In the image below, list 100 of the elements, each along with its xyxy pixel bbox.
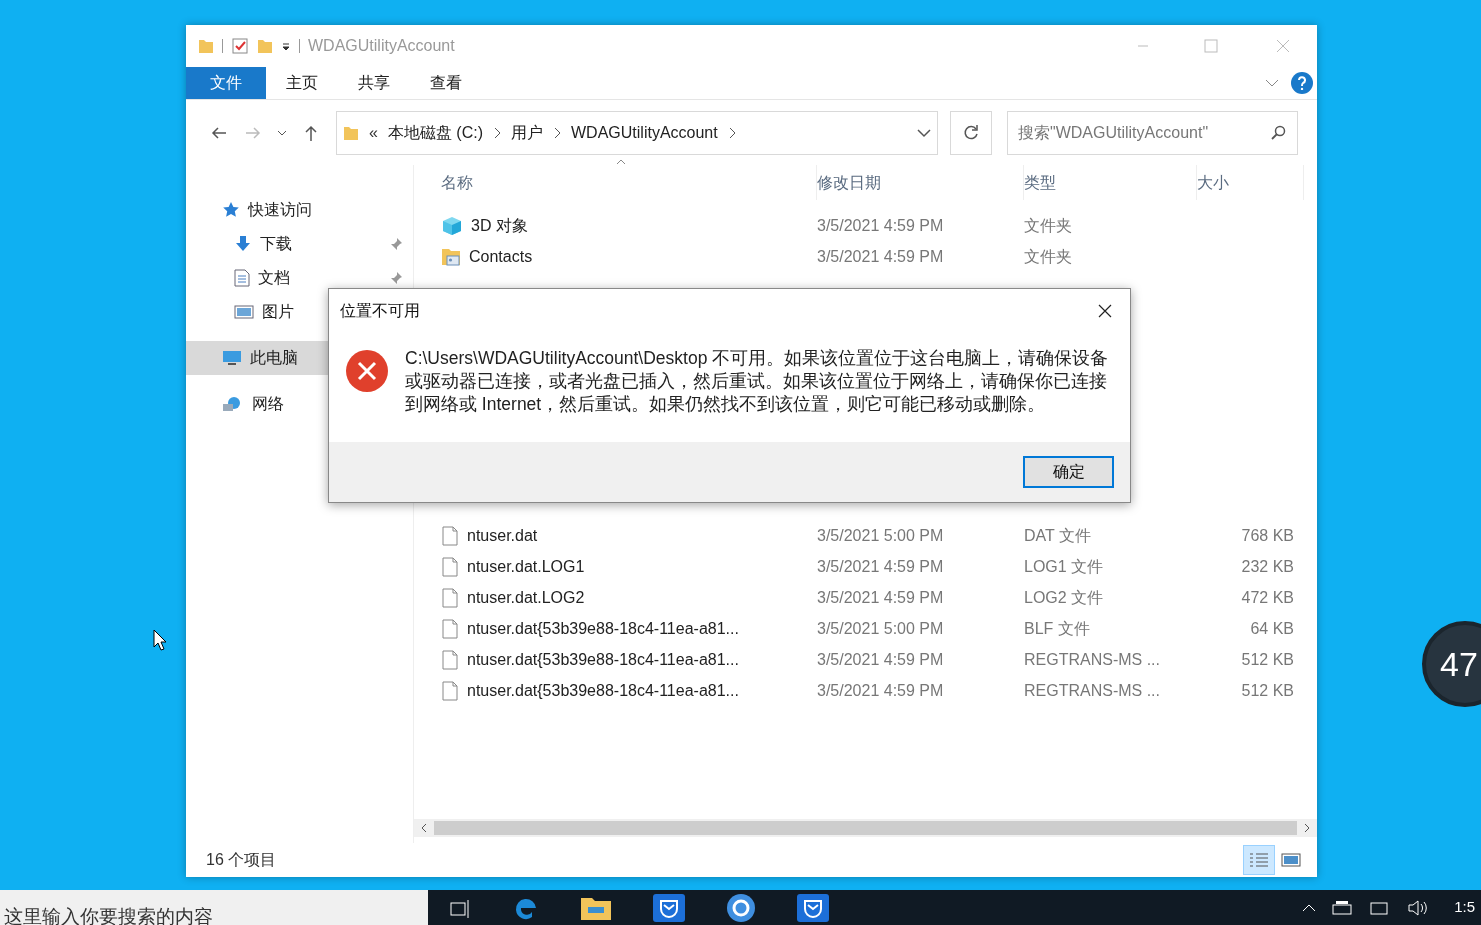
nav-item[interactable]: 下载 [186,227,413,261]
details-view-icon [1249,852,1269,868]
file-type: BLF 文件 [1024,618,1091,639]
file-icon [441,556,459,577]
expand-ribbon-icon [1265,78,1279,88]
column-header[interactable]: 修改日期 [817,165,1024,200]
file-type: LOG1 文件 [1024,556,1105,577]
file-size: 64 KB [1249,618,1295,639]
file-size: 512 KB [1240,649,1295,670]
chevron-down-icon [917,127,931,138]
star-icon [222,201,240,219]
file-icon [441,618,459,639]
modified-date: 3/5/2021 4:59 PM [817,215,945,236]
file-name: ntuser.dat.LOG2 [467,587,585,608]
file-icon [441,649,459,670]
file-size: 512 KB [1240,680,1295,701]
view-button[interactable] [1243,845,1275,875]
sort-caret-icon [616,159,626,165]
large-icons-view-icon [1281,852,1301,868]
ok-button[interactable]: 确定 [1023,456,1114,488]
modified-date: 3/5/2021 4:59 PM [817,556,945,577]
file-size: 768 KB [1240,525,1295,546]
ribbon-tab[interactable]: 共享 [338,67,410,99]
error-icon [345,349,389,393]
overflow-chevron[interactable]: « [369,120,378,145]
download-icon [234,235,252,253]
item-count: 16 个项目 [206,850,278,870]
modified-date: 3/5/2021 4:59 PM [817,587,945,608]
maximize-icon [1204,39,1218,53]
chevron-right-icon [553,126,561,139]
help-button[interactable] [1291,72,1313,94]
folder-icon [198,38,214,54]
file-type: LOG2 文件 [1024,587,1105,608]
column-header[interactable]: 类型 [1024,165,1197,200]
column-header[interactable]: 大小 [1197,165,1304,200]
chevron-right-icon [493,126,501,139]
modified-date: 3/5/2021 4:59 PM [817,680,945,701]
file-size: 472 KB [1240,587,1295,608]
file-icon [441,680,459,701]
question-mark-icon [1297,76,1307,90]
file-menu-tab[interactable]: 文件 [186,67,266,99]
search-field[interactable]: 搜索"WDAGUtilityAccount" [1007,110,1298,155]
mouse-cursor-icon [153,629,167,651]
column-header[interactable]: 名称 [441,165,817,200]
ribbon-tab[interactable]: 查看 [410,67,482,99]
chevron-up-icon [1302,902,1317,913]
clock: 1:5 [1454,897,1475,918]
file-name: 3D 对象 [471,215,528,236]
file-size: 232 KB [1240,556,1295,577]
computer-icon [222,350,242,366]
close-icon [1098,304,1112,318]
dialog-title: 位置不可用 [340,301,421,321]
file-type: 文件夹 [1024,246,1073,267]
close-icon [1276,39,1290,53]
folder-icon [257,38,273,54]
file-type: DAT 文件 [1024,525,1092,546]
breadcrumb[interactable]: 本地磁盘 (C:) [387,120,483,145]
breadcrumb[interactable]: WDAGUtilityAccount [571,120,718,145]
file-name: ntuser.dat{53b39e88-18c4-11ea-a81... [467,618,739,639]
shield-icon [652,892,686,923]
scroll-right-icon [1304,823,1310,833]
scroll-left-icon [421,823,427,833]
pin-icon [389,237,403,251]
horizontal-scrollbar[interactable] [414,819,1317,837]
folder-icon [343,124,359,141]
file-type: REGTRANS-MS ... [1024,649,1161,670]
shield-icon [796,892,830,923]
ribbon-tab[interactable]: 主页 [266,67,338,99]
file-name: ntuser.dat{53b39e88-18c4-11ea-a81... [467,680,739,701]
file-icon [441,525,459,546]
breadcrumb[interactable]: 用户 [511,120,543,145]
dropdown-icon [281,41,291,51]
modified-date: 3/5/2021 5:00 PM [817,525,945,546]
file-icon [441,587,459,608]
nav-item[interactable]: 文档 [186,261,413,295]
chevron-right-icon [727,126,736,139]
picture-icon [234,304,254,320]
speed-meter-widget[interactable]: 47 [1422,621,1481,707]
file-name: ntuser.dat.LOG1 [467,556,585,577]
nav-item[interactable]: 快速访问 [186,193,413,227]
file-name: Contacts [469,246,533,267]
address-bar[interactable]: « 本地磁盘 (C:) 用户 WDAGUtilityAccount [336,110,938,155]
modified-date: 3/5/2021 4:59 PM [817,246,945,267]
file-name: ntuser.dat [467,525,538,546]
browser-icon [726,892,756,923]
checklist-icon [231,37,249,55]
refresh-icon [962,123,980,142]
file-type: REGTRANS-MS ... [1024,680,1161,701]
search-icon [1270,124,1286,141]
chevron-down-icon [277,128,287,137]
contacts-icon [441,246,461,267]
pin-icon [389,271,403,285]
file-type: 文件夹 [1024,215,1073,236]
modified-date: 3/5/2021 4:59 PM [817,649,945,670]
window-title: WDAGUtilityAccount [308,36,456,56]
cube-icon [441,215,463,236]
document-icon [234,269,250,287]
modified-date: 3/5/2021 5:00 PM [817,618,945,639]
file-name: ntuser.dat{53b39e88-18c4-11ea-a81... [467,649,739,670]
refresh-button[interactable] [950,110,992,155]
